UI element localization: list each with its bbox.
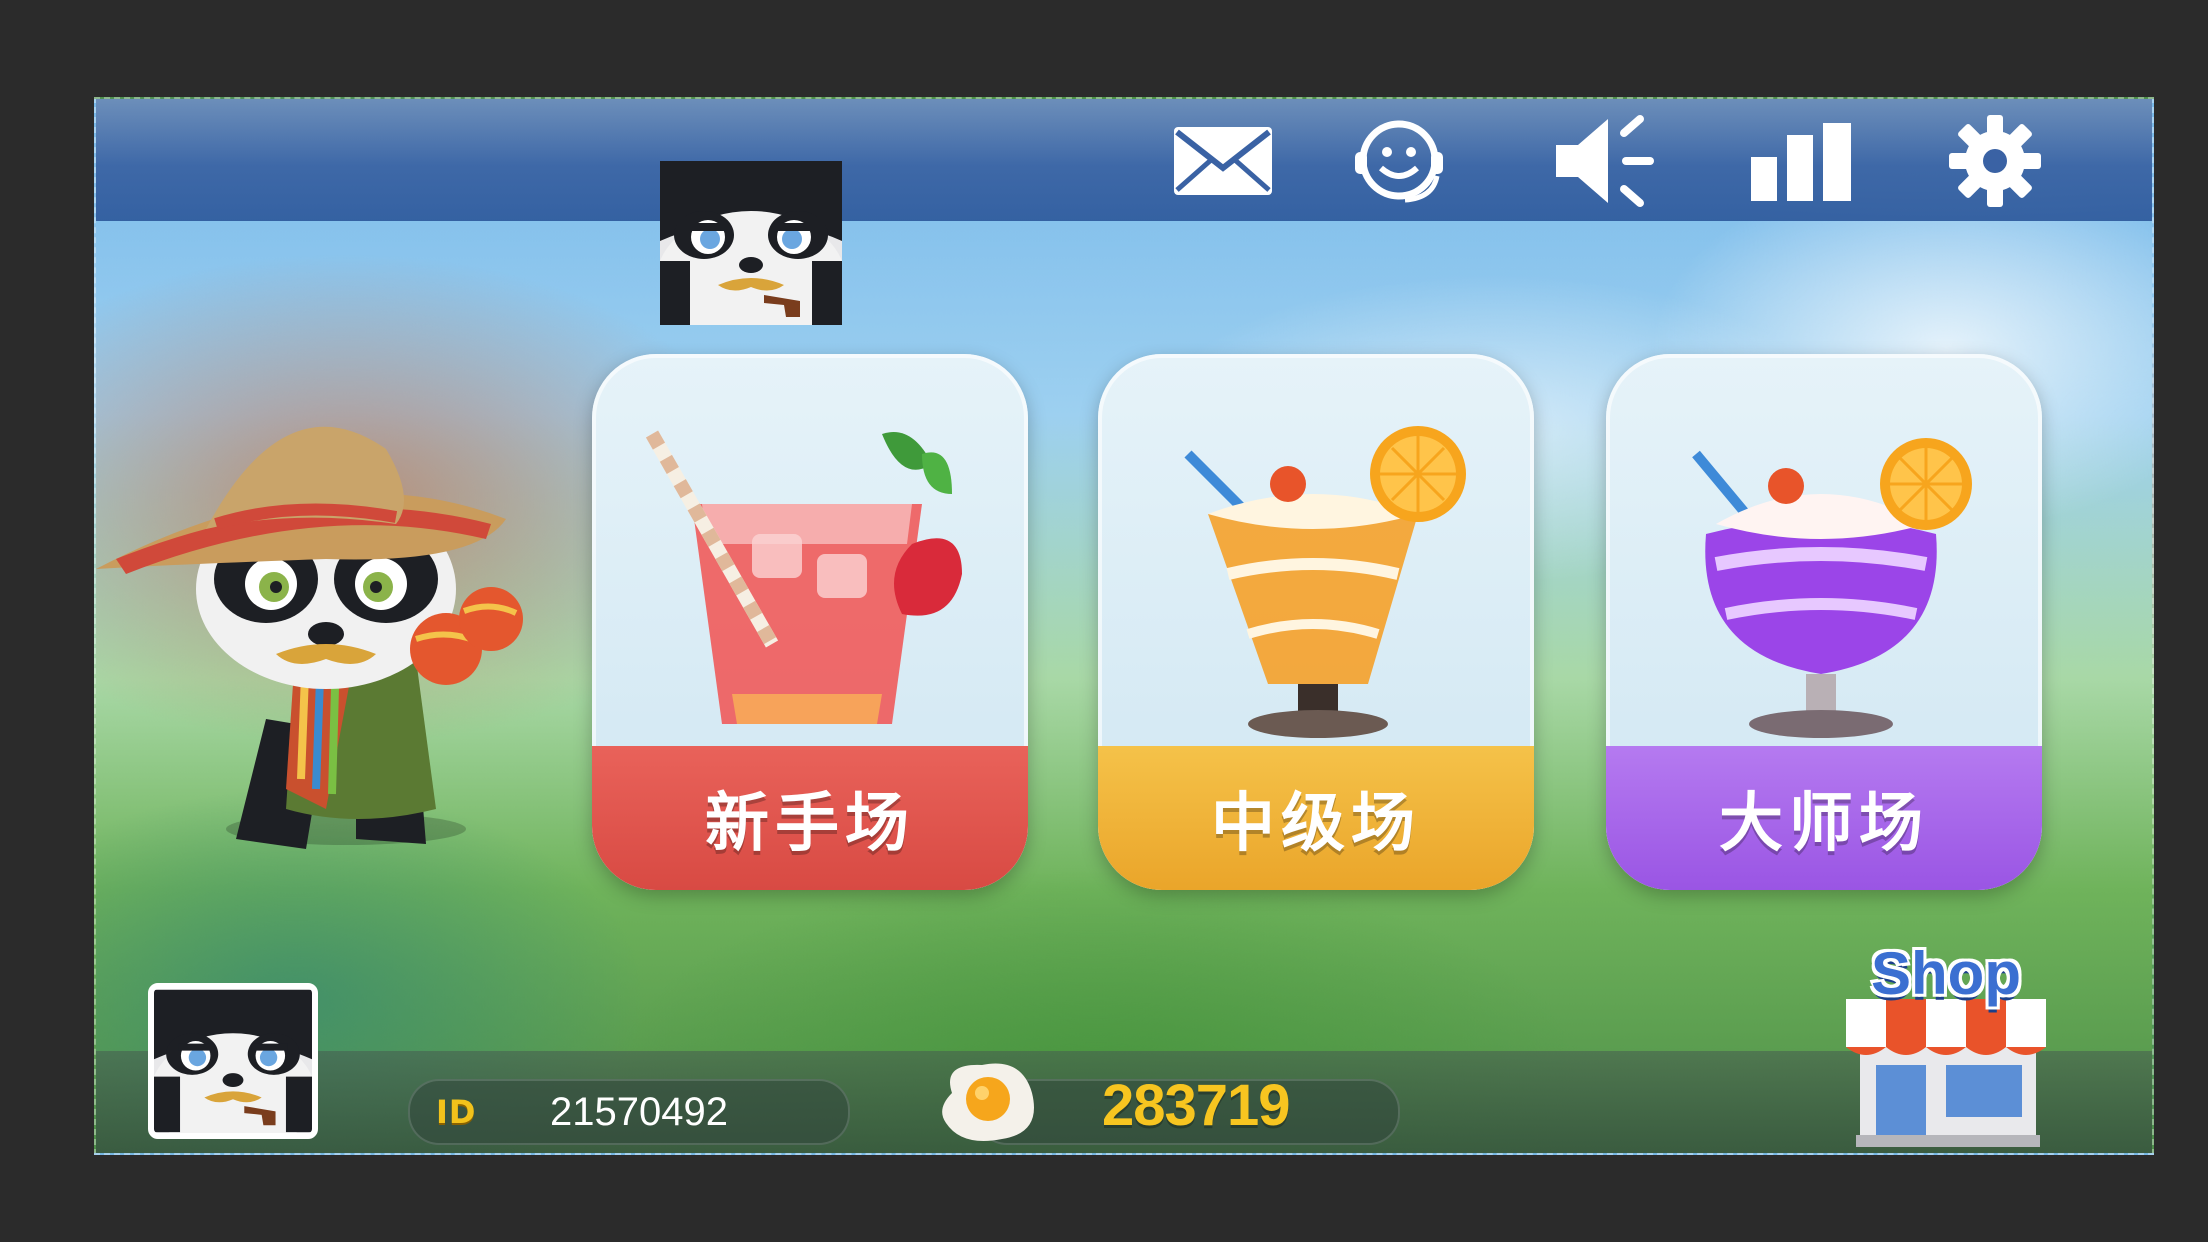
floating-avatar xyxy=(660,161,842,325)
beginner-room-label: 新手场 xyxy=(705,787,915,861)
master-room-label: 大师场 xyxy=(1719,787,1929,861)
master-room-label-band: 大师场 xyxy=(1606,746,2042,890)
intermediate-room-label: 中级场 xyxy=(1211,787,1421,861)
player-id-value: 21570492 xyxy=(550,1090,728,1134)
game-lobby-screen: 新手场 中级场 大师场 ID 21570492 283719 Shop xyxy=(94,97,2154,1155)
intermediate-room-label-band: 中级场 xyxy=(1098,746,1534,890)
top-bar xyxy=(96,99,2152,221)
sound-icon[interactable] xyxy=(1550,111,1660,211)
panda-mascot xyxy=(96,389,576,869)
fried-egg-icon xyxy=(932,1053,1042,1149)
master-room-card[interactable]: 大师场 xyxy=(1606,354,2042,890)
strawberry-drink-icon xyxy=(645,430,962,724)
shop-label: Shop xyxy=(1871,940,2021,1007)
beginner-room-label-band: 新手场 xyxy=(592,746,1028,890)
coin-balance-value: 283719 xyxy=(1102,1073,1291,1138)
settings-icon[interactable] xyxy=(1940,111,2050,211)
orange-parfait-icon xyxy=(1184,426,1466,738)
beginner-room-card[interactable]: 新手场 xyxy=(592,354,1028,890)
purple-sundae-icon xyxy=(1692,438,1972,738)
player-avatar[interactable] xyxy=(148,983,318,1139)
id-badge: ID xyxy=(436,1093,477,1131)
leaderboard-icon[interactable] xyxy=(1746,111,1856,211)
player-id-pill: ID 21570492 xyxy=(408,1079,850,1145)
shop-button[interactable]: Shop xyxy=(1836,939,2056,1149)
customer-service-icon[interactable] xyxy=(1344,111,1454,211)
mail-icon[interactable] xyxy=(1168,111,1278,211)
intermediate-room-card[interactable]: 中级场 xyxy=(1098,354,1534,890)
